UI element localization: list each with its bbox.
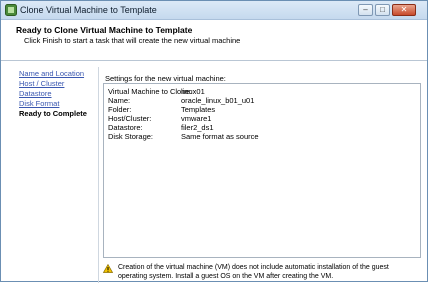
maximize-icon: □: [380, 5, 385, 14]
nav-step-name-and-location[interactable]: Name and Location: [19, 69, 84, 78]
warning-text: Creation of the virtual machine (VM) doe…: [118, 264, 389, 280]
minimize-button[interactable]: –: [358, 4, 373, 16]
close-icon: ✕: [400, 5, 408, 14]
guest-os-warning: Creation of the virtual machine (VM) doe…: [103, 263, 423, 283]
nav-step-ready-to-complete: Ready to Complete: [19, 109, 87, 118]
wizard-steps-nav: Name and Location Host / Cluster Datasto…: [7, 67, 99, 283]
page-heading: Ready to Clone Virtual Machine to Templa…: [16, 25, 193, 35]
nav-step-disk-format[interactable]: Disk Format: [19, 99, 59, 108]
settings-label: Settings for the new virtual machine:: [105, 74, 226, 83]
vsphere-app-icon: [5, 4, 17, 16]
wizard-window: Clone Virtual Machine to Template – □ ✕ …: [0, 0, 428, 283]
page-subtitle: Click Finish to start a task that will c…: [24, 36, 241, 45]
settings-value: Templates: [181, 105, 216, 114]
settings-value: linux01: [181, 87, 205, 96]
close-button[interactable]: ✕: [392, 4, 416, 16]
minimize-icon: –: [363, 5, 368, 14]
maximize-button[interactable]: □: [375, 4, 390, 16]
wizard-header: Ready to Clone Virtual Machine to Templa…: [1, 20, 427, 61]
settings-key: Virtual Machine to Clone:: [108, 87, 192, 96]
settings-summary-box: Virtual Machine to Clone: linux01 Name: …: [103, 83, 421, 258]
warning-icon: [103, 264, 113, 273]
nav-step-host-cluster[interactable]: Host / Cluster: [19, 79, 64, 88]
settings-key: Name:: [108, 96, 131, 105]
settings-key: Folder:: [108, 105, 132, 114]
nav-step-datastore[interactable]: Datastore: [19, 89, 52, 98]
settings-key: Host/Cluster:: [108, 114, 152, 123]
settings-value: filer2_ds1: [181, 123, 214, 132]
settings-value: Same format as source: [181, 132, 259, 141]
window-title: Clone Virtual Machine to Template: [20, 5, 157, 15]
settings-value: oracle_linux_b01_u01: [181, 96, 255, 105]
settings-key: Disk Storage:: [108, 132, 154, 141]
settings-value: vmware1: [181, 114, 212, 123]
title-bar[interactable]: Clone Virtual Machine to Template – □ ✕: [1, 1, 427, 20]
settings-key: Datastore:: [108, 123, 143, 132]
